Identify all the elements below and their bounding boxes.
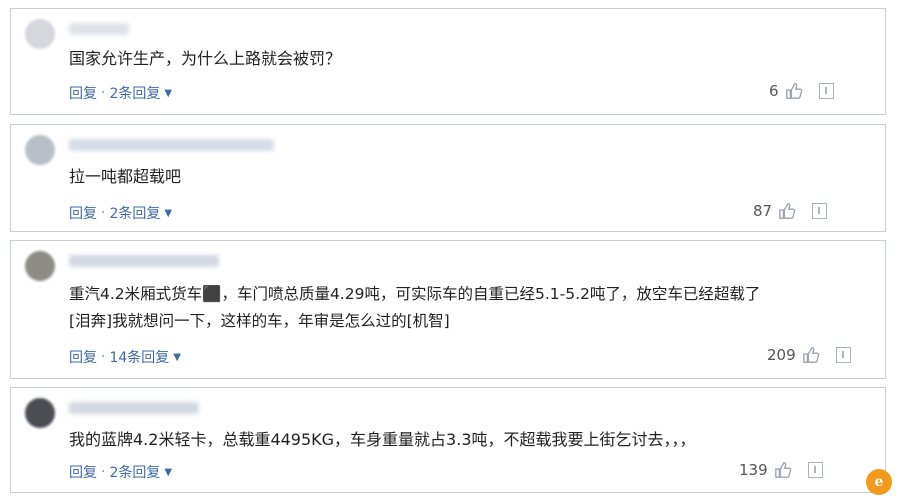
comment-meta: 6	[769, 82, 834, 100]
chevron-down-icon[interactable]: ▼	[164, 467, 172, 478]
report-icon[interactable]	[812, 203, 828, 219]
view-replies-link[interactable]: 2条回复	[109, 462, 160, 482]
thumbs-up-icon[interactable]	[774, 461, 792, 479]
thumbs-up-icon[interactable]	[785, 82, 803, 100]
chevron-down-icon[interactable]: ▼	[164, 208, 172, 219]
comment-text: 国家允许生产，为什么上路就会被罚？	[69, 45, 341, 72]
chevron-down-icon[interactable]: ▼	[173, 352, 181, 363]
comment-card: 拉一吨都超载吧 回复 · 2条回复 ▼ 87	[10, 124, 886, 232]
comment-meta: 209	[767, 346, 851, 364]
like-count: 139	[739, 461, 768, 479]
avatar[interactable]	[25, 398, 55, 428]
username-blurred[interactable]	[69, 23, 129, 35]
separator: ·	[101, 85, 106, 101]
chevron-down-icon[interactable]: ▼	[164, 88, 172, 99]
like-count: 87	[753, 202, 773, 220]
comment-line: 重汽4.2米厢式货车⬛，车门喷总质量4.29吨，可实际车的自重已经5.1-5.2…	[69, 285, 761, 303]
username-blurred[interactable]	[69, 255, 219, 267]
comment-actions: 回复 · 2条回复 ▼	[69, 462, 172, 482]
view-replies-link[interactable]: 2条回复	[109, 203, 160, 223]
reply-link[interactable]: 回复	[69, 203, 97, 223]
comment-line: 国家允许生产，为什么上路就会被罚？	[69, 49, 342, 68]
username-blurred[interactable]	[69, 402, 199, 414]
comment-card: 我的蓝牌4.2米轻卡，总载重4495KG，车身重量就占3.3吨，不超载我要上街乞…	[10, 387, 886, 493]
comment-line: [泪奔]我就想问一下，这样的车，年审是怎么过的[机智]	[69, 312, 450, 330]
avatar[interactable]	[25, 19, 55, 49]
view-replies-link[interactable]: 14条回复	[109, 347, 169, 367]
reply-link[interactable]: 回复	[69, 83, 97, 103]
report-icon[interactable]	[818, 83, 834, 99]
username-blurred[interactable]	[69, 139, 274, 151]
comment-actions: 回复 · 2条回复 ▼	[69, 203, 172, 223]
avatar[interactable]	[25, 135, 55, 165]
comment-actions: 回复 · 14条回复 ▼	[69, 347, 181, 367]
comment-line: 我的蓝牌4.2米轻卡，总载重4495KG，车身重量就占3.3吨，不超载我要上街乞…	[69, 430, 696, 449]
comment-meta: 139	[739, 461, 823, 479]
thumbs-up-icon[interactable]	[802, 346, 820, 364]
comment-text: 重汽4.2米厢式货车⬛，车门喷总质量4.29吨，可实际车的自重已经5.1-5.2…	[69, 281, 760, 335]
comment-card: 国家允许生产，为什么上路就会被罚？ 回复 · 2条回复 ▼ 6	[10, 8, 886, 115]
like-count: 209	[767, 346, 796, 364]
comment-actions: 回复 · 2条回复 ▼	[69, 83, 172, 103]
separator: ·	[101, 205, 106, 221]
separator: ·	[101, 464, 106, 480]
view-replies-link[interactable]: 2条回复	[109, 83, 160, 103]
report-icon[interactable]	[835, 347, 851, 363]
reply-link[interactable]: 回复	[69, 462, 97, 482]
comment-line: 拉一吨都超载吧	[69, 167, 182, 186]
separator: ·	[101, 349, 106, 365]
thumbs-up-icon[interactable]	[778, 202, 796, 220]
like-count: 6	[769, 82, 779, 100]
comment-card: 重汽4.2米厢式货车⬛，车门喷总质量4.29吨，可实际车的自重已经5.1-5.2…	[10, 240, 886, 379]
avatar[interactable]	[25, 251, 55, 281]
comment-text: 我的蓝牌4.2米轻卡，总载重4495KG，车身重量就占3.3吨，不超载我要上街乞…	[69, 426, 696, 453]
site-logo-icon: e	[866, 469, 892, 495]
comment-meta: 87	[753, 202, 828, 220]
comment-text: 拉一吨都超载吧	[69, 163, 181, 190]
report-icon[interactable]	[807, 462, 823, 478]
reply-link[interactable]: 回复	[69, 347, 97, 367]
